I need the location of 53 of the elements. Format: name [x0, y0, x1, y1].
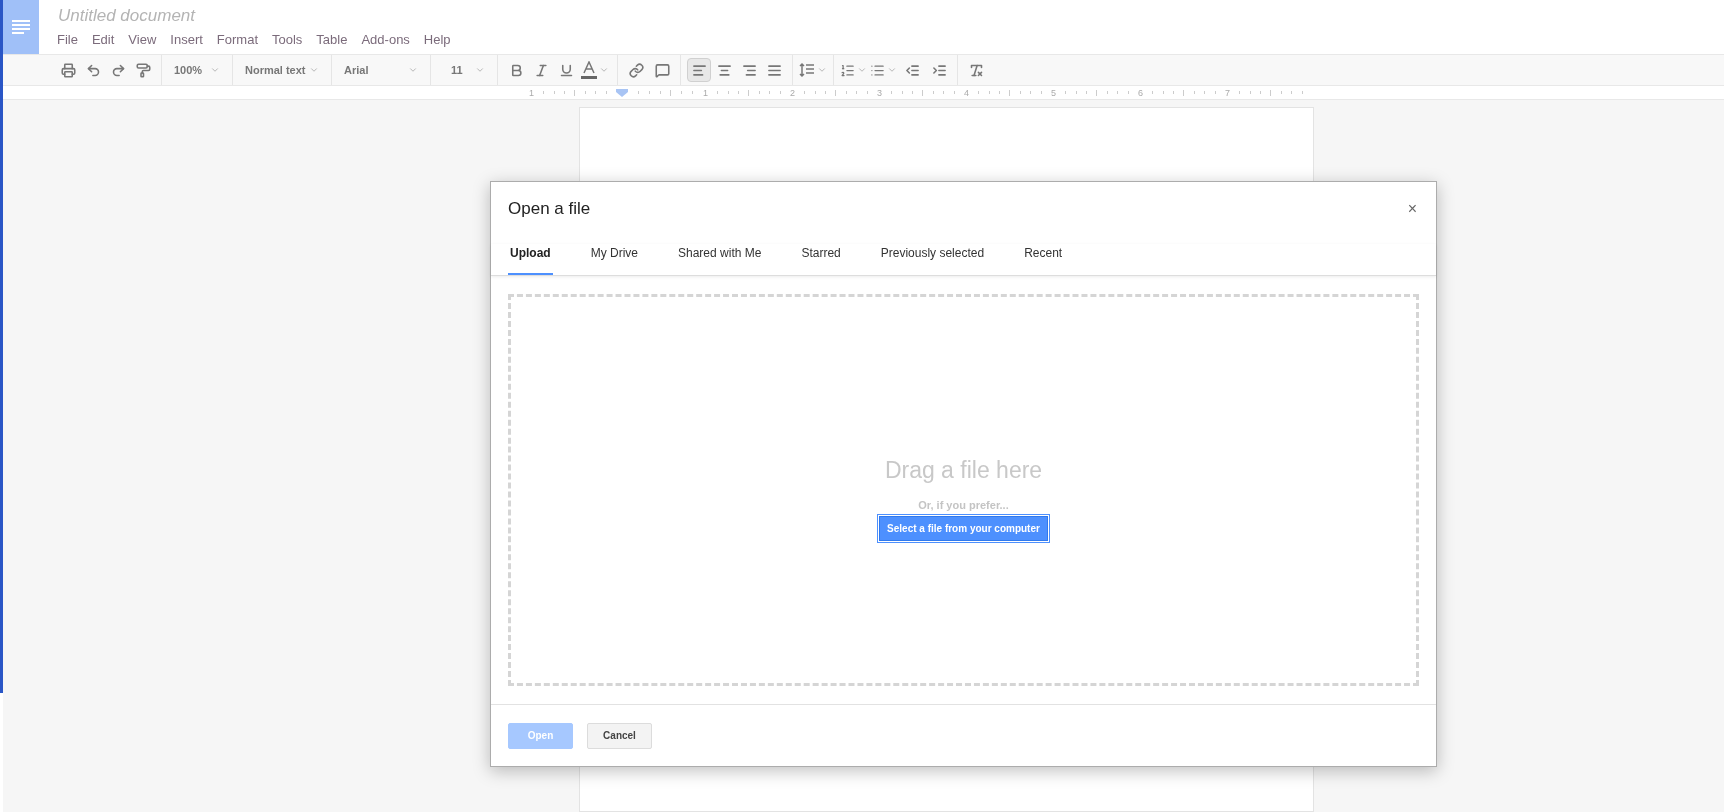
menu-item[interactable]: Format [210, 31, 264, 49]
drop-hint: Or, if you prefer... [918, 498, 1009, 514]
cancel-button[interactable]: Cancel [587, 722, 652, 749]
zoom-dropdown[interactable]: 100% [168, 57, 226, 83]
dialog-tab[interactable]: Upload [508, 243, 553, 275]
indent-marker-icon[interactable] [616, 88, 628, 97]
ruler-number: 3 [877, 86, 882, 99]
menu-item[interactable]: Edit [85, 31, 121, 49]
caret-icon [475, 65, 485, 75]
caret-icon [408, 65, 418, 75]
dialog-tab[interactable]: Previously selected [878, 243, 987, 275]
font-dropdown[interactable]: Arial [338, 57, 424, 83]
menu-item[interactable]: Table [310, 31, 354, 49]
caret-icon [817, 65, 827, 75]
menu-item[interactable]: Tools [266, 31, 309, 49]
select-file-button[interactable]: Select a file from your computer [879, 515, 1048, 541]
caret-icon [599, 65, 609, 75]
font-size-dropdown[interactable]: 11 [437, 57, 491, 83]
caret-icon [210, 65, 220, 75]
ruler-number: 1 [703, 86, 708, 99]
close-button[interactable]: × [1405, 196, 1419, 221]
ruler-number: 2 [790, 86, 795, 99]
dialog-tab[interactable]: Shared with Me [676, 243, 764, 275]
numbered-list-button[interactable] [840, 62, 867, 78]
dialog-tab[interactable]: My Drive [588, 243, 640, 275]
ruler-number: 7 [1225, 86, 1230, 99]
menu-item[interactable]: Add-ons [355, 31, 416, 49]
menu-item[interactable]: File [57, 31, 84, 49]
align-icon [741, 62, 757, 78]
caret-icon [309, 65, 319, 75]
bulleted-list-icon [870, 62, 885, 78]
bulleted-list-button[interactable] [870, 62, 897, 78]
line-spacing-icon [799, 62, 815, 78]
align-icon [716, 62, 732, 78]
dialog-tab[interactable]: Recent [1022, 243, 1065, 275]
dialog-tab[interactable]: Starred [799, 243, 843, 275]
dialog-title: Open a file [508, 198, 591, 220]
align-button[interactable] [687, 58, 711, 82]
style-dropdown[interactable]: Normal text [239, 57, 325, 83]
align-icon [691, 62, 707, 78]
menu-item[interactable]: Insert [164, 31, 209, 49]
caret-icon [857, 65, 867, 75]
numbered-list-icon [840, 62, 855, 78]
ruler-number: 6 [1138, 86, 1143, 99]
line-spacing-button[interactable] [799, 62, 827, 78]
ruler-number: 5 [1051, 86, 1056, 99]
ruler-number: 1 [529, 86, 534, 99]
align-icon [766, 62, 782, 78]
text-color-icon [581, 61, 597, 79]
menu-item[interactable]: View [122, 31, 163, 49]
caret-icon [887, 65, 897, 75]
menu-item[interactable]: Help [417, 31, 457, 49]
ruler-number: 4 [964, 86, 969, 99]
